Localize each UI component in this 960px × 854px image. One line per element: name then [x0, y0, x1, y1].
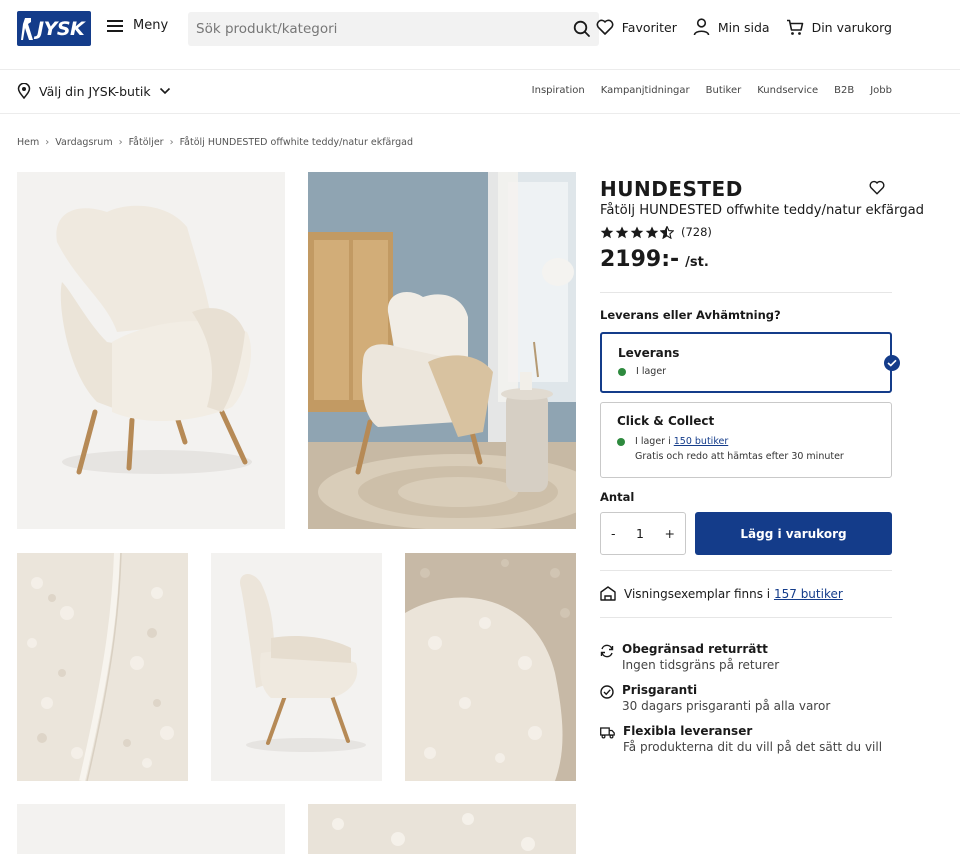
price-unit: /st. — [685, 255, 709, 270]
usp-text: 30 dagars prisgaranti på alla varor — [622, 699, 831, 713]
breadcrumb: Hem › Vardagsrum › Fåtöljer › Fåtölj HUN… — [17, 137, 413, 148]
breadcrumb-fatoljer[interactable]: Fåtöljer — [129, 137, 164, 148]
collect-stock-status: I lager i 150 butiker — [635, 436, 728, 447]
cart-link[interactable]: Din varukorg — [786, 19, 892, 36]
star-icon — [600, 226, 614, 238]
breadcrumb-vardagsrum[interactable]: Vardagsrum — [55, 137, 112, 148]
usp-flexible-delivery: Flexibla leveranser Få produkterna dit d… — [600, 724, 882, 754]
star-icon — [630, 226, 644, 238]
logo-text: JYSK — [37, 17, 85, 40]
delivery-question: Leverans eller Avhämtning? — [600, 308, 781, 322]
price-value: 2199:- — [600, 247, 680, 272]
favorite-button[interactable] — [869, 180, 885, 199]
rating-count: (728) — [681, 225, 712, 239]
breadcrumb-current: Fåtölj HUNDESTED offwhite teddy/natur ek… — [179, 137, 413, 148]
showroom-stores-link[interactable]: 157 butiker — [774, 587, 843, 601]
star-icon — [615, 226, 629, 238]
nav-link-inspiration[interactable]: Inspiration — [532, 85, 585, 96]
cart-label: Din varukorg — [811, 19, 892, 35]
usp-title: Flexibla leveranser — [623, 724, 753, 738]
menu-button[interactable]: Meny — [107, 18, 168, 33]
my-page-link[interactable]: Min sida — [693, 18, 770, 36]
store-icon — [600, 586, 616, 601]
usp-text: Ingen tidsgräns på returer — [622, 658, 780, 672]
delivery-option-title: Leverans — [618, 346, 680, 360]
quantity-label: Antal — [600, 490, 635, 504]
product-name: HUNDESTED — [600, 177, 743, 201]
in-stock-dot — [618, 368, 626, 376]
in-stock-dot — [617, 438, 625, 446]
check-circle-icon — [600, 685, 614, 699]
heart-icon — [869, 180, 885, 195]
hamburger-icon — [107, 19, 123, 32]
favorites-label: Favoriter — [621, 19, 677, 35]
showroom-text: Visningsexemplar finns i 157 butiker — [624, 587, 843, 601]
product-image-fabric-seam[interactable] — [17, 553, 188, 781]
delivery-option-title: Click & Collect — [617, 414, 715, 428]
usp-returns: Obegränsad returrätt Ingen tidsgräns på … — [600, 642, 779, 672]
chevron-right-icon: › — [169, 137, 174, 148]
truck-icon — [600, 727, 615, 739]
chevron-down-icon — [159, 87, 170, 95]
favorites-link[interactable]: Favoriter — [596, 19, 677, 35]
product-image-side[interactable] — [211, 553, 382, 781]
showroom-info: Visningsexemplar finns i 157 butiker — [600, 586, 843, 601]
product-image-fabric-closeup[interactable] — [405, 553, 576, 781]
product-image-main[interactable] — [17, 172, 285, 529]
delivery-stock-status: I lager — [636, 366, 667, 377]
divider — [600, 617, 892, 618]
half-star-icon — [660, 225, 674, 239]
heart-icon — [596, 19, 614, 35]
delivery-option-click-collect[interactable]: Click & Collect I lager i 150 butiker Gr… — [600, 402, 892, 478]
rating-stars — [600, 225, 674, 239]
usp-text: Få produkterna dit du vill på det sätt d… — [623, 740, 883, 754]
cart-icon — [786, 19, 803, 35]
product-image-extra-1[interactable] — [17, 804, 285, 854]
collect-note: Gratis och redo att hämtas efter 30 minu… — [635, 451, 844, 462]
store-selector[interactable]: Välj din JYSK-butik — [17, 83, 171, 99]
breadcrumb-home[interactable]: Hem — [17, 137, 39, 148]
chevron-right-icon: › — [118, 137, 123, 148]
jysk-logo[interactable]: JYSK — [17, 11, 91, 46]
quantity-decrease-button[interactable]: - — [611, 526, 616, 541]
nav-link-b2b[interactable]: B2B — [834, 85, 854, 96]
store-selector-label: Välj din JYSK-butik — [39, 83, 151, 99]
product-rating[interactable]: (728) — [600, 225, 712, 239]
chevron-right-icon: › — [45, 137, 50, 148]
quantity-stepper: - 1 + — [600, 512, 686, 555]
usp-title: Prisgaranti — [622, 683, 698, 697]
sub-header: Välj din JYSK-butik Inspiration Kampanjt… — [0, 70, 960, 114]
selected-check-icon — [884, 355, 900, 371]
quantity-value[interactable]: 1 — [636, 526, 644, 541]
menu-label: Meny — [133, 18, 169, 33]
divider — [600, 292, 892, 293]
location-pin-icon — [17, 83, 31, 99]
return-icon — [600, 644, 614, 658]
nav-link-butiker[interactable]: Butiker — [706, 85, 742, 96]
product-subtitle: Fåtölj HUNDESTED offwhite teddy/natur ek… — [600, 203, 925, 218]
product-image-extra-2[interactable] — [308, 804, 576, 854]
quantity-increase-button[interactable]: + — [665, 526, 675, 541]
showroom-prefix: Visningsexemplar finns i — [624, 586, 774, 601]
search-icon[interactable] — [573, 20, 591, 38]
my-page-label: Min sida — [717, 19, 770, 35]
user-icon — [693, 18, 710, 36]
add-to-cart-button[interactable]: Lägg i varukorg — [695, 512, 892, 555]
top-header: JYSK Meny Favoriter Min sida Din varukor… — [0, 0, 960, 70]
nav-link-kundservice[interactable]: Kundservice — [757, 85, 818, 96]
price: 2199:- /st. — [600, 247, 709, 272]
usp-price-guarantee: Prisgaranti 30 dagars prisgaranti på all… — [600, 683, 830, 713]
search-input[interactable] — [196, 21, 573, 37]
product-image-room[interactable] — [308, 172, 576, 529]
collect-stores-link[interactable]: 150 butiker — [674, 436, 728, 447]
star-icon — [645, 226, 659, 238]
usp-title: Obegränsad returrätt — [622, 642, 768, 656]
collect-stock-prefix: I lager i — [635, 436, 674, 447]
goose-logo-icon — [21, 16, 35, 42]
delivery-option-leverans[interactable]: Leverans I lager — [600, 332, 892, 393]
divider — [600, 570, 892, 571]
search-bar — [188, 12, 599, 46]
nav-link-jobb[interactable]: Jobb — [870, 85, 892, 96]
nav-link-kampanjtidningar[interactable]: Kampanjtidningar — [601, 85, 690, 96]
